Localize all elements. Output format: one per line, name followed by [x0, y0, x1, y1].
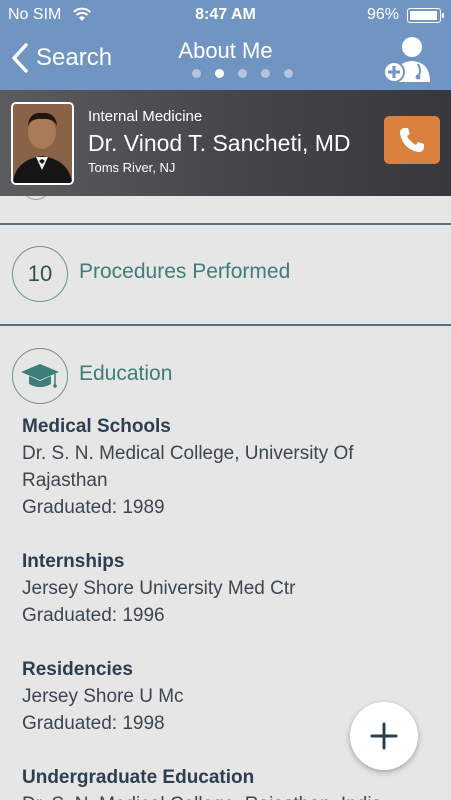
- page-indicator[interactable]: [192, 69, 293, 78]
- medical-schools-heading: Medical Schools: [22, 416, 171, 437]
- undergraduate-school: Dr. S. N. Medical College, Rajasthan, In…: [22, 791, 422, 800]
- doctor-name: Dr. Vinod T. Sancheti, MD: [88, 130, 351, 156]
- plus-icon: [370, 722, 398, 750]
- residency-name: Jersey Shore U Mc: [22, 686, 184, 707]
- add-button[interactable]: [350, 702, 418, 770]
- page-dot-3[interactable]: [238, 69, 247, 78]
- education-icon-badge: [12, 348, 68, 404]
- page-dot-4[interactable]: [261, 69, 270, 78]
- medical-school-name: Dr. S. N. Medical College, University Of: [22, 443, 354, 464]
- chevron-left-icon: [12, 43, 28, 73]
- doctor-specialty: Internal Medicine: [88, 108, 203, 125]
- status-bar: No SIM 8:47 AM 96%: [0, 0, 451, 30]
- section-divider: [0, 223, 451, 225]
- education-title: Education: [79, 362, 173, 385]
- medical-schools-block: Medical Schools Dr. S. N. Medical Colleg…: [22, 413, 422, 521]
- back-button[interactable]: Search: [10, 40, 112, 76]
- doctor-add-icon[interactable]: [382, 34, 434, 84]
- procedures-count-badge: 10: [12, 246, 68, 302]
- nav-header: No SIM 8:47 AM 96% Search About Me: [0, 0, 451, 90]
- call-button[interactable]: [384, 116, 440, 164]
- page-dot-2[interactable]: [215, 69, 224, 78]
- avatar: [11, 102, 74, 185]
- page-dot-1[interactable]: [192, 69, 201, 78]
- undergraduate-block: Undergraduate Education Dr. S. N. Medica…: [22, 764, 422, 800]
- internship-name: Jersey Shore University Med Ctr: [22, 578, 296, 599]
- procedures-label[interactable]: Procedures Performed: [79, 260, 290, 284]
- residencies-heading: Residencies: [22, 659, 133, 680]
- back-label: Search: [36, 44, 113, 71]
- internships-block: Internships Jersey Shore University Med …: [22, 548, 422, 629]
- medical-school-graduated: Graduated: 1989: [22, 497, 165, 518]
- medical-school-name-cont: Rajasthan: [22, 470, 108, 491]
- doctor-location: Toms River, NJ: [88, 160, 176, 175]
- phone-icon: [400, 128, 424, 152]
- undergraduate-heading: Undergraduate Education: [22, 767, 255, 788]
- battery-icon: [407, 8, 444, 23]
- internships-heading: Internships: [22, 551, 125, 572]
- internship-graduated: Graduated: 1996: [22, 605, 165, 626]
- page-dot-5[interactable]: [284, 69, 293, 78]
- section-divider: [0, 324, 451, 326]
- battery-percent: 96%: [366, 6, 399, 23]
- graduation-cap-icon: [21, 364, 59, 388]
